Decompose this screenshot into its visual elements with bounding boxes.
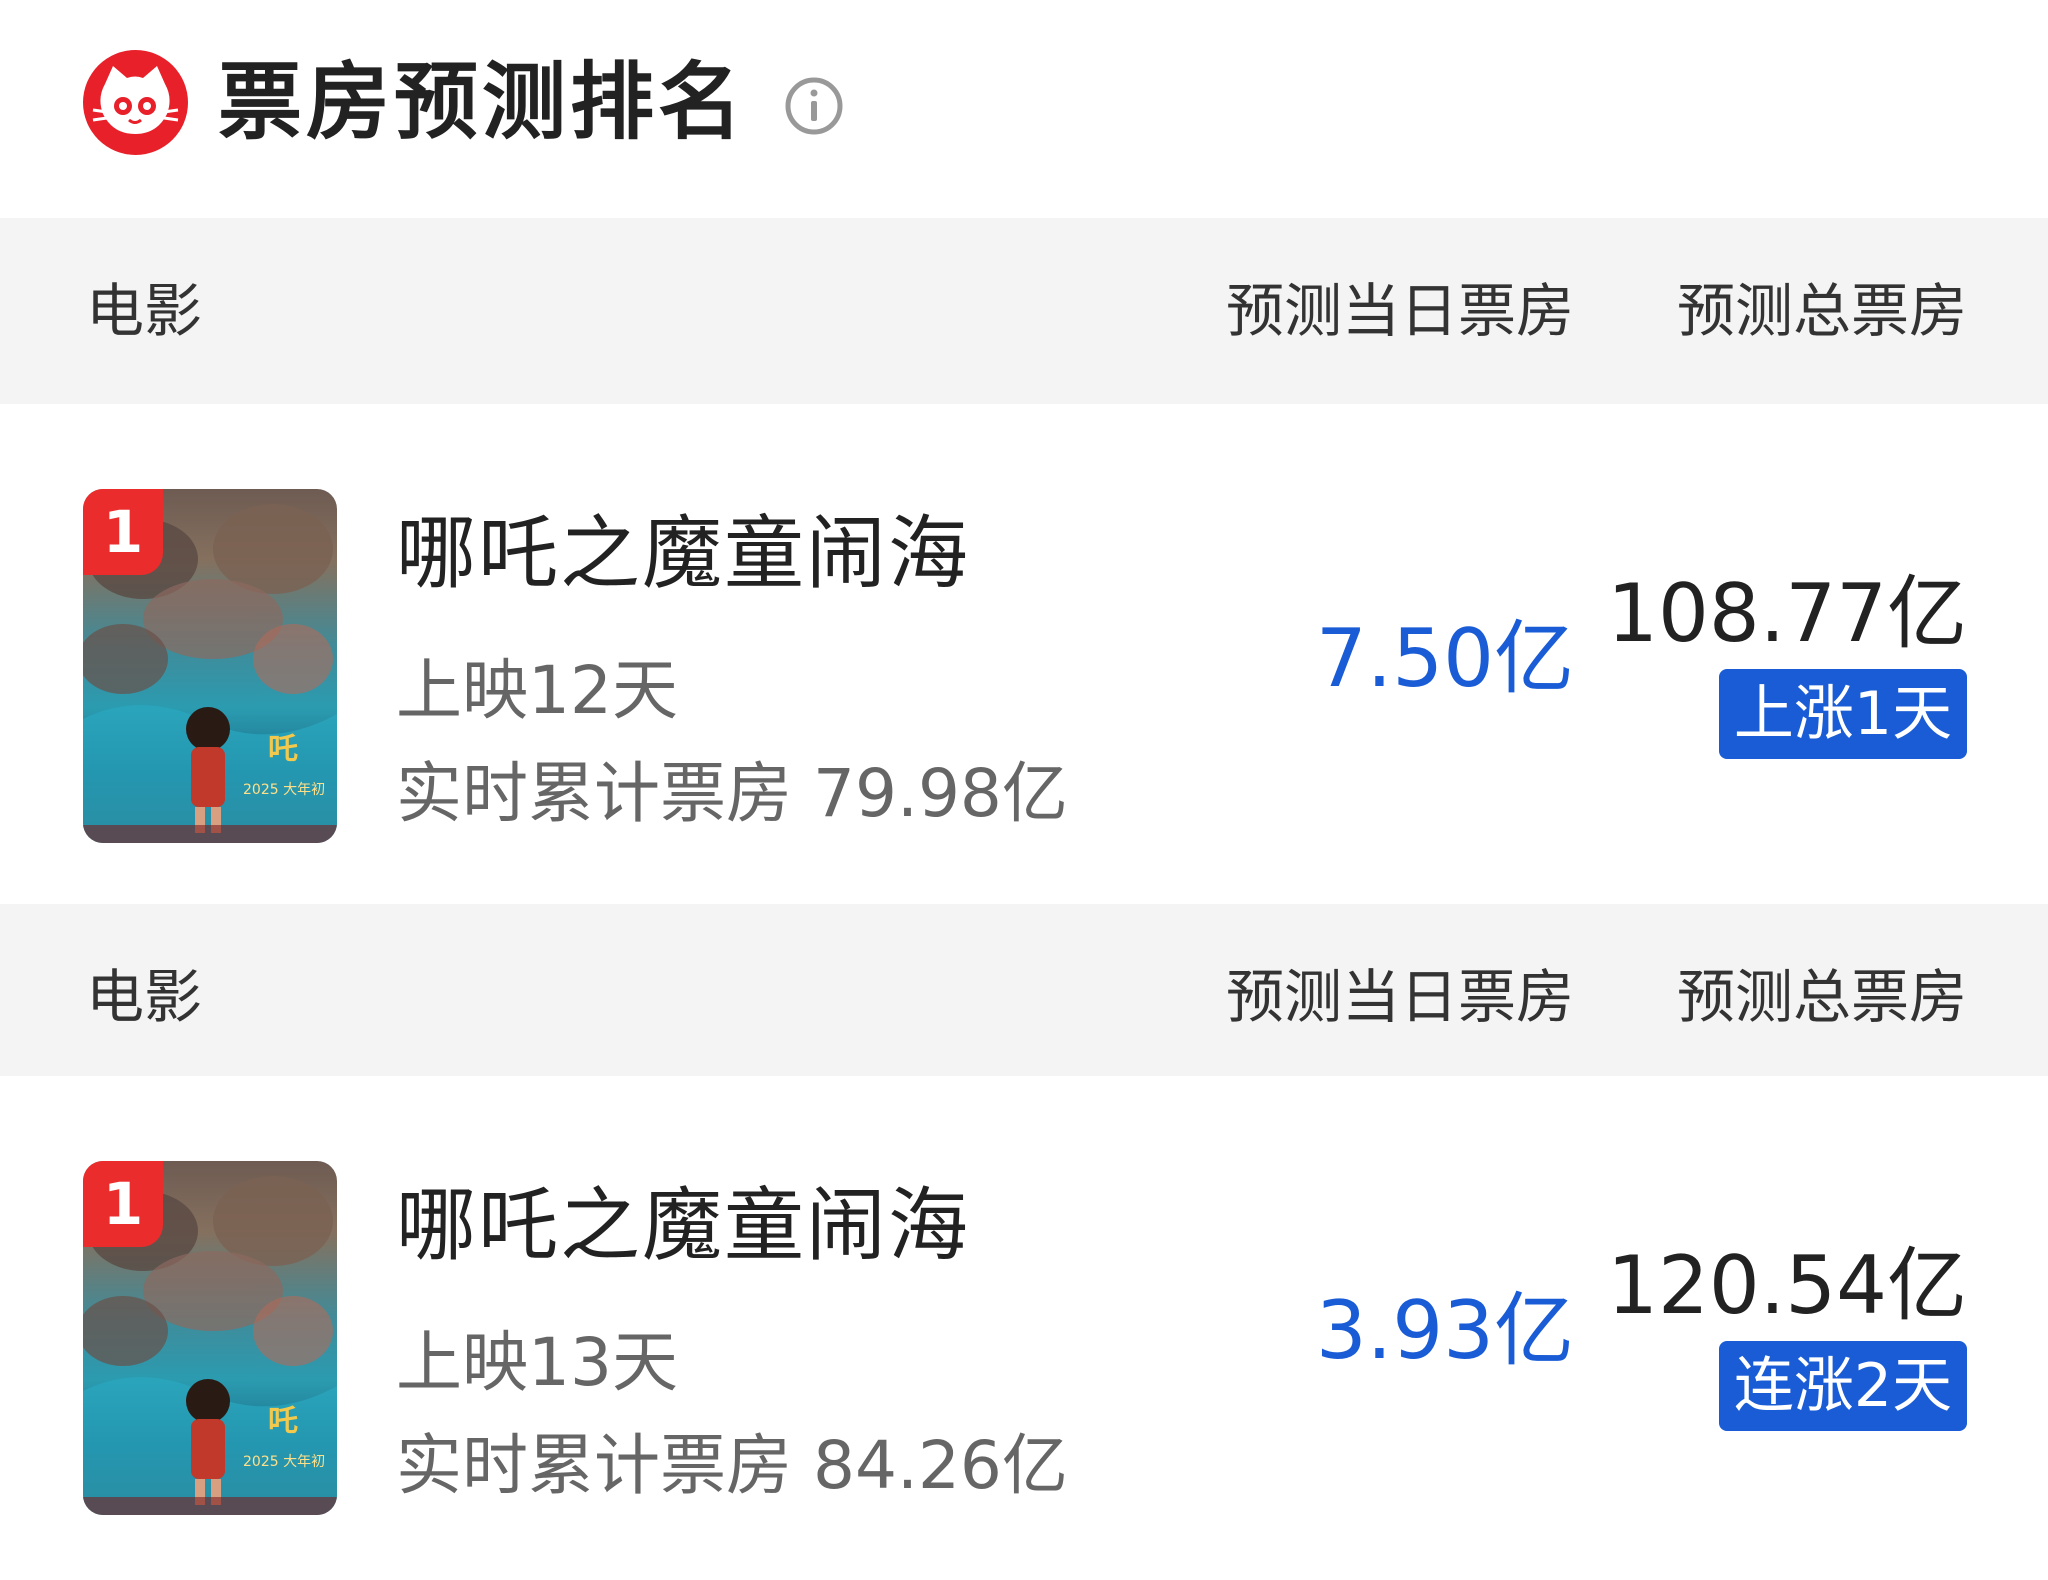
total-forecast-value: 120.54亿 [1607,1239,1967,1332]
movie-row[interactable]: 吒 2025 大年初 1 哪吒之魔童闹海 上映12天 实时累计票房 79.98亿… [0,404,2048,843]
cumulative-box-office: 实时累计票房 79.98亿 [396,755,1068,832]
total-forecast-value: 108.77亿 [1607,567,1967,660]
trend-badge: 连涨2天 [1719,1341,1967,1431]
rank-badge: 1 [83,1161,163,1247]
trend-badge: 上涨1天 [1719,669,1967,759]
svg-text:吒: 吒 [268,732,298,767]
movie-poster[interactable]: 吒 2025 大年初 1 [83,489,337,843]
maoyan-cat-icon [83,50,188,155]
movie-title[interactable]: 哪吒之魔童闹海 [396,504,970,604]
cumulative-box-office: 实时累计票房 84.26亿 [396,1427,1068,1504]
daily-forecast-value: 3.93亿 [1315,1284,1574,1377]
column-header-daily-forecast[interactable]: 预测当日票房 [1226,904,1574,1090]
column-header-movie: 电影 [86,277,203,345]
svg-text:2025 大年初: 2025 大年初 [243,1453,325,1470]
column-header-total-forecast[interactable]: 预测总票房 [1677,218,1967,404]
page: 票房预测排名 电影 预测当日票房 预测总票房 吒 2025 大年初 1 哪吒之魔… [0,0,2048,1580]
page-title: 票房预测排名 [218,53,747,151]
table-header: 电影 预测当日票房 预测总票房 [0,904,2048,1090]
release-days: 上映13天 [396,1324,678,1401]
column-header-daily-forecast[interactable]: 预测当日票房 [1226,218,1574,404]
movie-row[interactable]: 吒 2025 大年初 1 哪吒之魔童闹海 上映13天 实时累计票房 84.26亿… [0,1076,2048,1515]
movie-title[interactable]: 哪吒之魔童闹海 [396,1176,970,1276]
svg-text:吒: 吒 [268,1404,298,1439]
svg-text:2025 大年初: 2025 大年初 [243,781,325,798]
rank-badge: 1 [83,489,163,575]
column-header-total-forecast[interactable]: 预测总票房 [1677,904,1967,1090]
column-header-movie: 电影 [86,963,203,1031]
daily-forecast-value: 7.50亿 [1315,612,1574,705]
release-days: 上映12天 [396,652,678,729]
title-bar: 票房预测排名 [0,0,2048,218]
info-icon[interactable] [784,76,844,136]
table-header: 电影 预测当日票房 预测总票房 [0,218,2048,404]
movie-poster[interactable]: 吒 2025 大年初 1 [83,1161,337,1515]
